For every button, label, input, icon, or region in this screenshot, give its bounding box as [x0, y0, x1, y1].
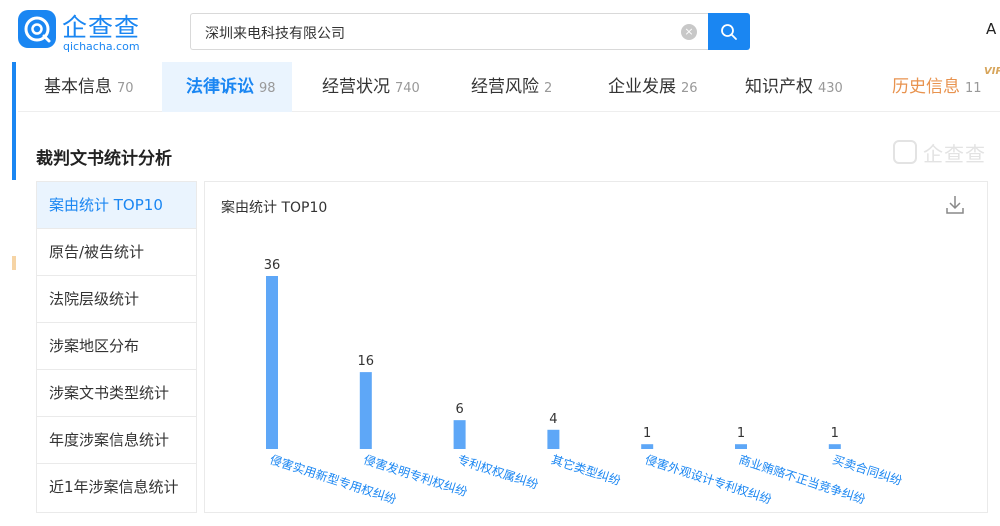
left-accent-mark [12, 256, 16, 270]
logo-text: 企查查 [62, 13, 141, 42]
bar-value-label: 1 [737, 426, 745, 441]
stats-sidebar: 案由统计 TOP10 原告/被告统计 法院层级统计 涉案地区分布 涉案文书类型统… [36, 181, 197, 513]
tab-count: 26 [681, 81, 698, 96]
tab-risk[interactable]: 经营风险 2 [471, 62, 552, 112]
tab-ip[interactable]: 知识产权 430 [745, 62, 843, 112]
tab-label: 经营状况 [322, 77, 390, 97]
sidebar-item-region[interactable]: 涉案地区分布 [37, 323, 196, 370]
bar[interactable] [266, 276, 278, 449]
logo-domain: qichacha.com [63, 40, 140, 53]
tab-basic-info[interactable]: 基本信息 70 [44, 62, 134, 112]
search-button[interactable] [708, 13, 750, 50]
logo[interactable]: 企查查 qichacha.com [16, 8, 156, 53]
tab-count: 11 [965, 81, 982, 96]
tab-label: 经营风险 [471, 77, 539, 97]
chart-panel: 案由统计 TOP10 36 侵害实用新型专用权纠纷 16 侵害发明专利权纠纷 6 专利权权… [204, 181, 988, 513]
tab-count: 430 [818, 81, 843, 96]
section-title: 裁判文书统计分析 [36, 149, 172, 169]
tab-count: 740 [395, 81, 420, 96]
bar-value-label: 1 [831, 426, 839, 441]
tab-count: 98 [259, 81, 276, 96]
tab-label: 法律诉讼 [186, 77, 254, 97]
tab-count: 70 [117, 81, 134, 96]
logo-icon [18, 10, 56, 48]
bar[interactable] [828, 444, 841, 449]
bar-value-label: 4 [549, 412, 557, 427]
category-label: 买卖合同纠纷 [831, 452, 904, 489]
tab-label: 历史信息 [892, 77, 960, 97]
left-accent-bar [12, 62, 16, 180]
bar[interactable] [359, 372, 372, 449]
bar-value-label: 16 [358, 354, 375, 369]
tab-label: 知识产权 [745, 77, 813, 97]
sidebar-item-cause-top10[interactable]: 案由统计 TOP10 [37, 182, 196, 229]
bar-value-label: 1 [643, 426, 651, 441]
search-input[interactable]: 深圳来电科技有限公司 × [190, 13, 708, 50]
sidebar-item-court-level[interactable]: 法院层级统计 [37, 276, 196, 323]
clear-icon[interactable]: × [681, 24, 697, 40]
bar[interactable] [735, 444, 747, 449]
sidebar-item-plaintiff-defendant[interactable]: 原告/被告统计 [37, 229, 196, 276]
bar-value-label: 6 [455, 402, 463, 417]
tab-development[interactable]: 企业发展 26 [608, 62, 698, 112]
tab-bar: 基本信息 70 法律诉讼 98 经营状况 740 经营风险 2 企业发展 26 知识产权 4… [18, 62, 1000, 112]
tab-litigation[interactable]: 法律诉讼 98 [186, 62, 276, 112]
category-label: 其它类型纠纷 [549, 452, 622, 489]
watermark-text: 企查查 [923, 142, 986, 166]
sidebar-item-yearly[interactable]: 年度涉案信息统计 [37, 417, 196, 464]
vip-badge: VIP [984, 66, 1000, 77]
sidebar-item-document-type[interactable]: 涉案文书类型统计 [37, 370, 196, 417]
bar[interactable] [547, 429, 560, 449]
bar[interactable] [641, 444, 654, 449]
top-bar: 企查查 qichacha.com 深圳来电科技有限公司 × A [0, 0, 1000, 62]
tab-label: 企业发展 [608, 77, 676, 97]
tab-operations[interactable]: 经营状况 740 [322, 62, 420, 112]
bar-value-label: 36 [264, 258, 281, 273]
tab-count: 2 [544, 81, 553, 96]
bar-chart: 36侵害实用新型专用权纠纷16侵害发明专利权纠纷6专利权权属纠纷4其它类型纠纷1… [264, 258, 904, 507]
tab-label: 基本信息 [44, 77, 112, 97]
search-input-value: 深圳来电科技有限公司 [205, 26, 345, 42]
user-menu-letter[interactable]: A [986, 20, 996, 38]
watermark-icon [893, 140, 917, 164]
tab-history[interactable]: 历史信息 11 [892, 62, 982, 112]
search-bar: 深圳来电科技有限公司 × [190, 13, 750, 50]
bar[interactable] [453, 420, 466, 449]
watermark-logo: 企查查 [893, 138, 993, 168]
search-icon [721, 24, 737, 40]
sidebar-item-last-year[interactable]: 近1年涉案信息统计 [37, 464, 196, 511]
